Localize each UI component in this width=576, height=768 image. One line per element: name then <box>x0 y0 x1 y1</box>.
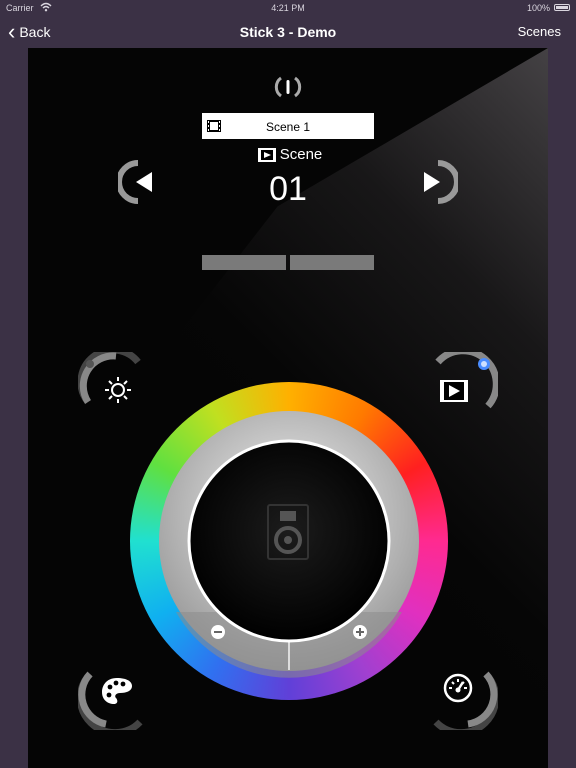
scene-selected-label: Scene 1 <box>265 120 311 134</box>
status-bar: Carrier 4:21 PM 100% <box>0 0 576 16</box>
scene-caption: Scene <box>230 146 350 163</box>
navigation-bar: ‹ Back Stick 3 - Demo Scenes <box>0 16 576 48</box>
power-icon[interactable] <box>274 74 302 100</box>
sun-icon <box>105 377 131 403</box>
battery-percent: 100% <box>526 3 550 13</box>
page-title: Stick 3 - Demo <box>239 24 337 40</box>
palette-icon <box>102 678 132 704</box>
next-arrow-icon[interactable] <box>418 160 458 204</box>
speedometer-icon <box>443 673 473 703</box>
minus-button[interactable] <box>210 624 226 640</box>
plus-button[interactable] <box>352 624 368 640</box>
clock: 4:21 PM <box>271 3 305 13</box>
palette-control[interactable] <box>78 668 144 730</box>
speed-control[interactable] <box>432 668 498 730</box>
film-play-small-icon <box>257 147 276 162</box>
scene-progress-left <box>202 255 286 270</box>
scene-progress-right <box>290 255 374 270</box>
speaker-icon[interactable] <box>267 504 309 560</box>
scenes-button[interactable]: Scenes <box>518 24 561 39</box>
battery-icon <box>554 4 570 11</box>
scene-caption-label: Scene <box>279 146 323 163</box>
prev-arrow-icon[interactable] <box>118 160 158 204</box>
scene-selector[interactable]: Scene 1 <box>202 113 374 139</box>
scene-number: 01 <box>269 170 307 208</box>
